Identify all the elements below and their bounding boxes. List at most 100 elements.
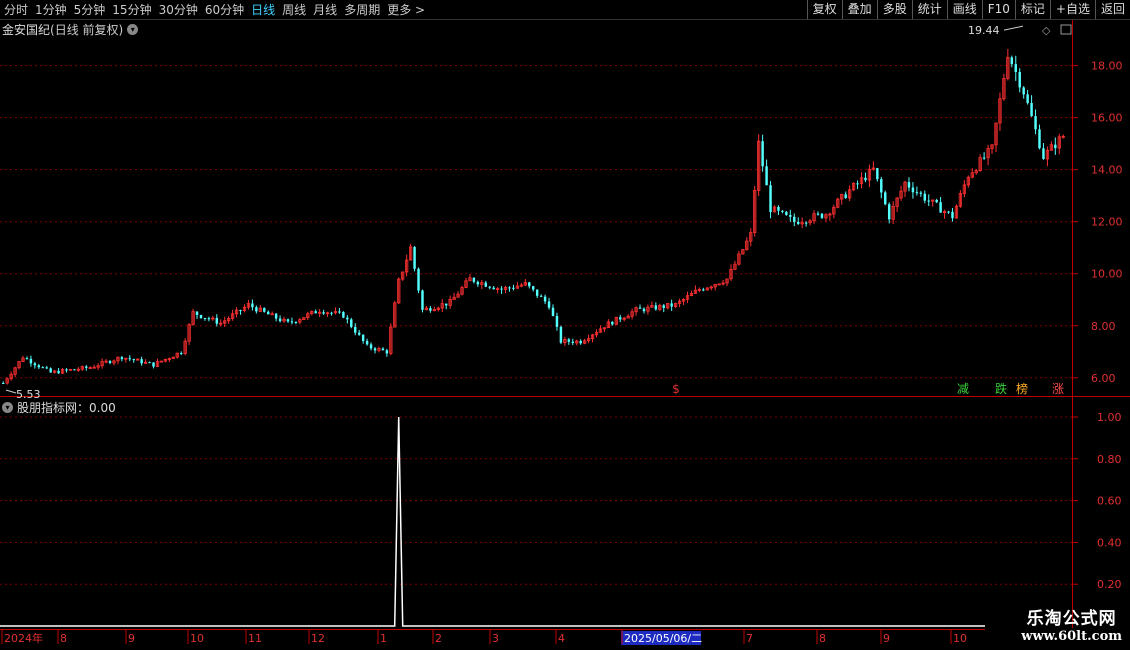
watermark: 乐淘公式网 www.60lt.com [1021, 604, 1122, 644]
candle-body [330, 312, 333, 314]
candle-body [207, 318, 211, 320]
candle-body [876, 168, 879, 180]
candle-body [73, 369, 76, 371]
candle-body [551, 307, 555, 317]
candle-body [670, 303, 673, 307]
candle-body [342, 312, 345, 318]
candle-body [539, 295, 543, 297]
candle-body [915, 192, 919, 194]
chevron-down-icon[interactable]: ▾ [2, 402, 13, 413]
candle-body [148, 362, 151, 364]
signal-marker: $ [672, 382, 680, 396]
candle-body [195, 311, 199, 316]
candle-body [413, 246, 416, 269]
candle-body [571, 341, 575, 343]
candle-body [255, 307, 258, 312]
candle-body [654, 305, 658, 310]
indicator-line [0, 416, 985, 627]
candle-body [512, 287, 515, 289]
candle-body [373, 348, 377, 351]
price-tick-label: 16.00 [1091, 112, 1123, 125]
time-tick-label: 2025/05/06/二 [624, 632, 702, 645]
price-tick-label: 14.00 [1091, 164, 1123, 177]
candle-body [907, 182, 911, 188]
diamond-icon: ◇ [1042, 24, 1051, 37]
time-tick-label: 8 [60, 632, 67, 645]
candle-body [611, 321, 614, 325]
chevron-down-icon[interactable]: ▾ [127, 24, 139, 35]
time-tick-label: 10 [190, 632, 204, 645]
panel-toggle-icon [1060, 24, 1072, 35]
price-tick-label: 18.00 [1091, 60, 1123, 73]
candle-body [797, 221, 800, 224]
candle-body [638, 307, 642, 309]
time-tick-label: 12 [311, 632, 325, 645]
candle-body [777, 206, 780, 211]
candle-body [816, 213, 820, 215]
candle-body [927, 200, 930, 202]
candle-body [108, 361, 112, 363]
candle-body [547, 301, 551, 308]
candle-body [702, 289, 705, 291]
candle-body [1018, 71, 1021, 88]
candle-body [128, 358, 132, 360]
indicator-tick-label: 1.00 [1097, 411, 1122, 424]
candle-body [203, 318, 207, 320]
candle-body [508, 287, 511, 289]
candle-body [535, 289, 539, 296]
candle-body [215, 318, 219, 324]
signal-marker: 涨 [1052, 381, 1064, 396]
candle-body [294, 321, 298, 323]
candle-body [179, 353, 183, 355]
candle-body [429, 308, 432, 311]
candle-body [41, 367, 45, 369]
stock-name: 金安国纪 [2, 23, 51, 37]
candle-body [884, 192, 887, 205]
candle-body [239, 310, 242, 312]
candle-body [2, 382, 5, 384]
price-tick-label: 8.00 [1091, 320, 1116, 333]
candle-body [263, 308, 266, 312]
candle-body [947, 211, 950, 213]
candle-body [543, 296, 547, 302]
candle-body [642, 308, 646, 312]
candle-body [911, 187, 915, 193]
time-tick-label: 9 [883, 632, 890, 645]
time-tick-label: 4 [558, 632, 565, 645]
candle-body [199, 315, 203, 319]
candle-body [951, 211, 954, 219]
candle-body [274, 313, 278, 319]
candle-body [567, 339, 571, 342]
candle-body [286, 319, 290, 322]
candle-body [619, 317, 622, 320]
time-tick-label: 7 [746, 632, 753, 645]
candle-body [559, 326, 563, 343]
candle-body [528, 282, 531, 287]
time-tick-label: 3 [492, 632, 499, 645]
candle-body [820, 213, 824, 218]
candle-body [381, 348, 385, 351]
candle-body [278, 318, 282, 322]
candle-body [33, 363, 37, 366]
candle-body [444, 303, 448, 306]
candle-body [923, 193, 927, 201]
candle-body [29, 358, 33, 364]
candle-body [1054, 144, 1057, 149]
time-tick-label: 2 [435, 632, 442, 645]
indicator-tick-label: 0.80 [1097, 453, 1122, 466]
candle-body [579, 340, 582, 344]
candle-body [769, 185, 772, 212]
price-tick-label: 6.00 [1091, 372, 1116, 385]
candle-body [844, 194, 847, 199]
candle-body [85, 366, 88, 368]
candle-body [500, 288, 503, 290]
candle-body [793, 216, 796, 222]
candle-body [1022, 87, 1025, 95]
candle-body [472, 277, 476, 282]
candle-body [856, 183, 859, 185]
candle-body [935, 199, 938, 203]
candle-body [785, 211, 788, 215]
kline-chart[interactable]: 18.00 16.00 14.00 12.00 10.00 8.00 6.00 1.00 0.8… [0, 0, 1130, 650]
candle-body [880, 179, 883, 193]
indicator-tick-label: 0.60 [1097, 495, 1122, 508]
